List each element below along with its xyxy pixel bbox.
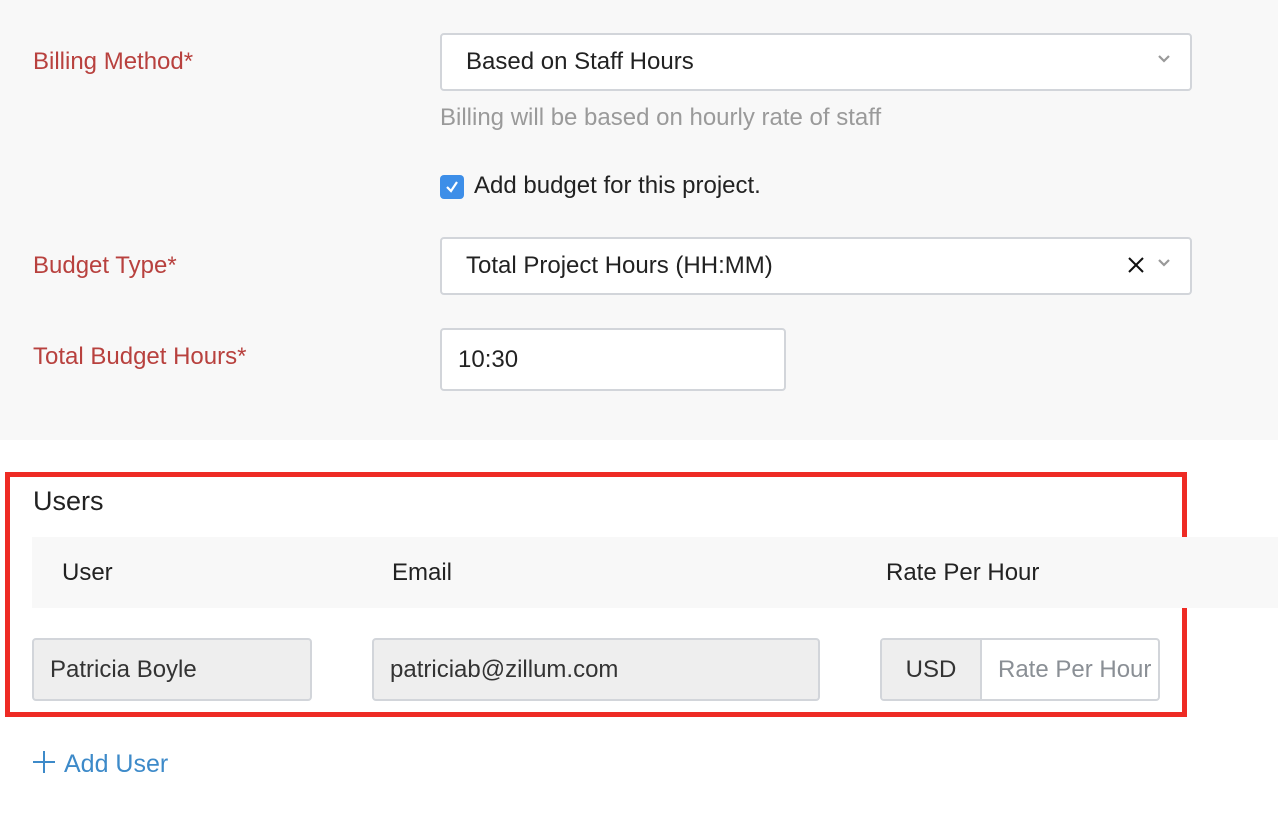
users-section-title: Users xyxy=(33,486,104,516)
add-budget-checkbox[interactable] xyxy=(440,175,464,199)
column-header-rate-per-hour: Rate Per Hour xyxy=(886,559,1040,586)
billing-method-select[interactable]: Based on Staff Hours xyxy=(440,33,1192,91)
budget-type-select[interactable]: Total Project Hours (HH:MM) xyxy=(440,237,1192,295)
column-header-user: User xyxy=(62,559,113,586)
rate-per-hour-group: USD xyxy=(880,638,1160,701)
checkmark-icon xyxy=(446,181,458,193)
total-budget-hours-input[interactable]: 10:30 xyxy=(440,328,786,391)
add-user-button[interactable]: Add User xyxy=(32,750,168,779)
billing-method-label: Billing Method* xyxy=(33,48,194,75)
users-table-header: User Email Rate Per Hour xyxy=(32,537,1278,608)
user-name-field: Patricia Boyle xyxy=(32,638,312,701)
currency-addon: USD xyxy=(882,640,982,699)
add-budget-label[interactable]: Add budget for this project. xyxy=(474,172,761,200)
budget-type-value: Total Project Hours (HH:MM) xyxy=(466,252,773,279)
plus-icon xyxy=(33,750,55,773)
billing-method-hint: Billing will be based on hourly rate of … xyxy=(440,104,882,131)
user-email-field: patriciab@zillum.com xyxy=(372,638,820,701)
chevron-down-icon xyxy=(1158,259,1170,267)
rate-per-hour-input[interactable] xyxy=(982,640,1158,699)
chevron-down-icon xyxy=(1158,55,1170,63)
total-budget-hours-label: Total Budget Hours* xyxy=(33,343,247,370)
clear-icon[interactable] xyxy=(1126,255,1146,275)
add-user-label: Add User xyxy=(64,750,169,778)
billing-method-value: Based on Staff Hours xyxy=(466,48,694,75)
column-header-email: Email xyxy=(392,559,453,586)
project-billing-panel: Billing Method* Based on Staff Hours Bil… xyxy=(0,0,1278,440)
budget-type-label: Budget Type* xyxy=(33,252,177,279)
